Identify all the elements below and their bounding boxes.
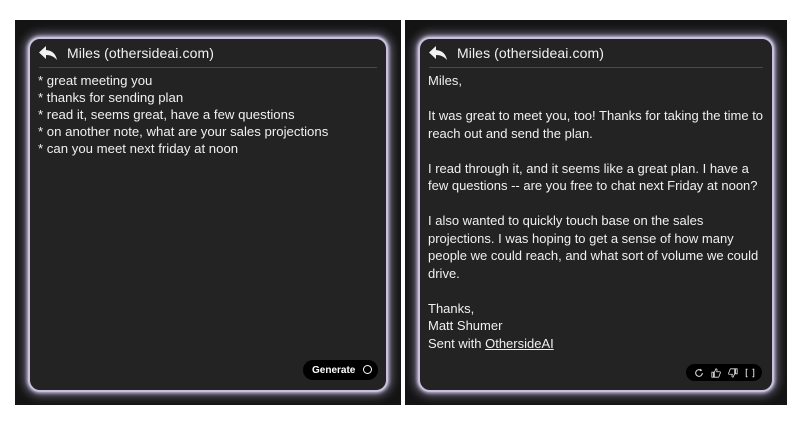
output-panel: Miles (othersideai.com) Miles, It was gr… bbox=[405, 20, 787, 405]
email-paragraph: I also wanted to quickly touch base on t… bbox=[428, 213, 759, 281]
email-signoff: Thanks, bbox=[428, 300, 475, 316]
email-paragraph: It was great to meet you, too! Thanks fo… bbox=[428, 108, 764, 141]
email-card: Miles (othersideai.com) Miles, It was gr… bbox=[418, 37, 774, 392]
note-line: * thanks for sending plan bbox=[38, 90, 184, 105]
recipient-name: Miles (othersideai.com) bbox=[67, 44, 215, 61]
reply-icon[interactable] bbox=[38, 45, 58, 61]
note-line: * read it, seems great, have a few quest… bbox=[38, 107, 295, 122]
email-sender-name: Matt Shumer bbox=[428, 318, 503, 333]
feedback-toolbar bbox=[686, 364, 762, 381]
copy-icon[interactable] bbox=[744, 367, 755, 378]
sent-with-line: Sent with OthersideAI bbox=[428, 335, 764, 353]
email-greeting: Miles, bbox=[428, 73, 462, 88]
notes-input[interactable]: * great meeting you * thanks for sending… bbox=[38, 72, 378, 157]
note-line: * on another note, what are your sales p… bbox=[38, 124, 329, 139]
note-line: * can you meet next friday at noon bbox=[38, 141, 239, 156]
input-panel: Miles (othersideai.com) * great meeting … bbox=[15, 20, 401, 405]
loading-spinner-icon bbox=[363, 365, 372, 374]
regenerate-icon[interactable] bbox=[693, 367, 704, 378]
header-divider bbox=[429, 67, 763, 68]
generate-label: Generate bbox=[312, 364, 356, 376]
othersideai-link[interactable]: OthersideAI bbox=[485, 336, 554, 351]
generated-email[interactable]: Miles, It was great to meet you, too! Th… bbox=[428, 72, 764, 352]
sent-with-prefix: Sent with bbox=[428, 335, 486, 351]
header-divider bbox=[39, 67, 377, 68]
generate-button[interactable]: Generate bbox=[303, 360, 378, 380]
card-header: Miles (othersideai.com) bbox=[420, 39, 772, 66]
reply-icon[interactable] bbox=[428, 45, 448, 61]
notes-card: Miles (othersideai.com) * great meeting … bbox=[28, 37, 388, 392]
thumbs-up-icon[interactable] bbox=[710, 367, 721, 378]
thumbs-down-icon[interactable] bbox=[727, 367, 738, 378]
note-line: * great meeting you bbox=[38, 73, 153, 88]
email-paragraph: I read through it, and it seems like a g… bbox=[428, 160, 758, 194]
card-header: Miles (othersideai.com) bbox=[30, 39, 386, 66]
recipient-name: Miles (othersideai.com) bbox=[457, 44, 605, 61]
